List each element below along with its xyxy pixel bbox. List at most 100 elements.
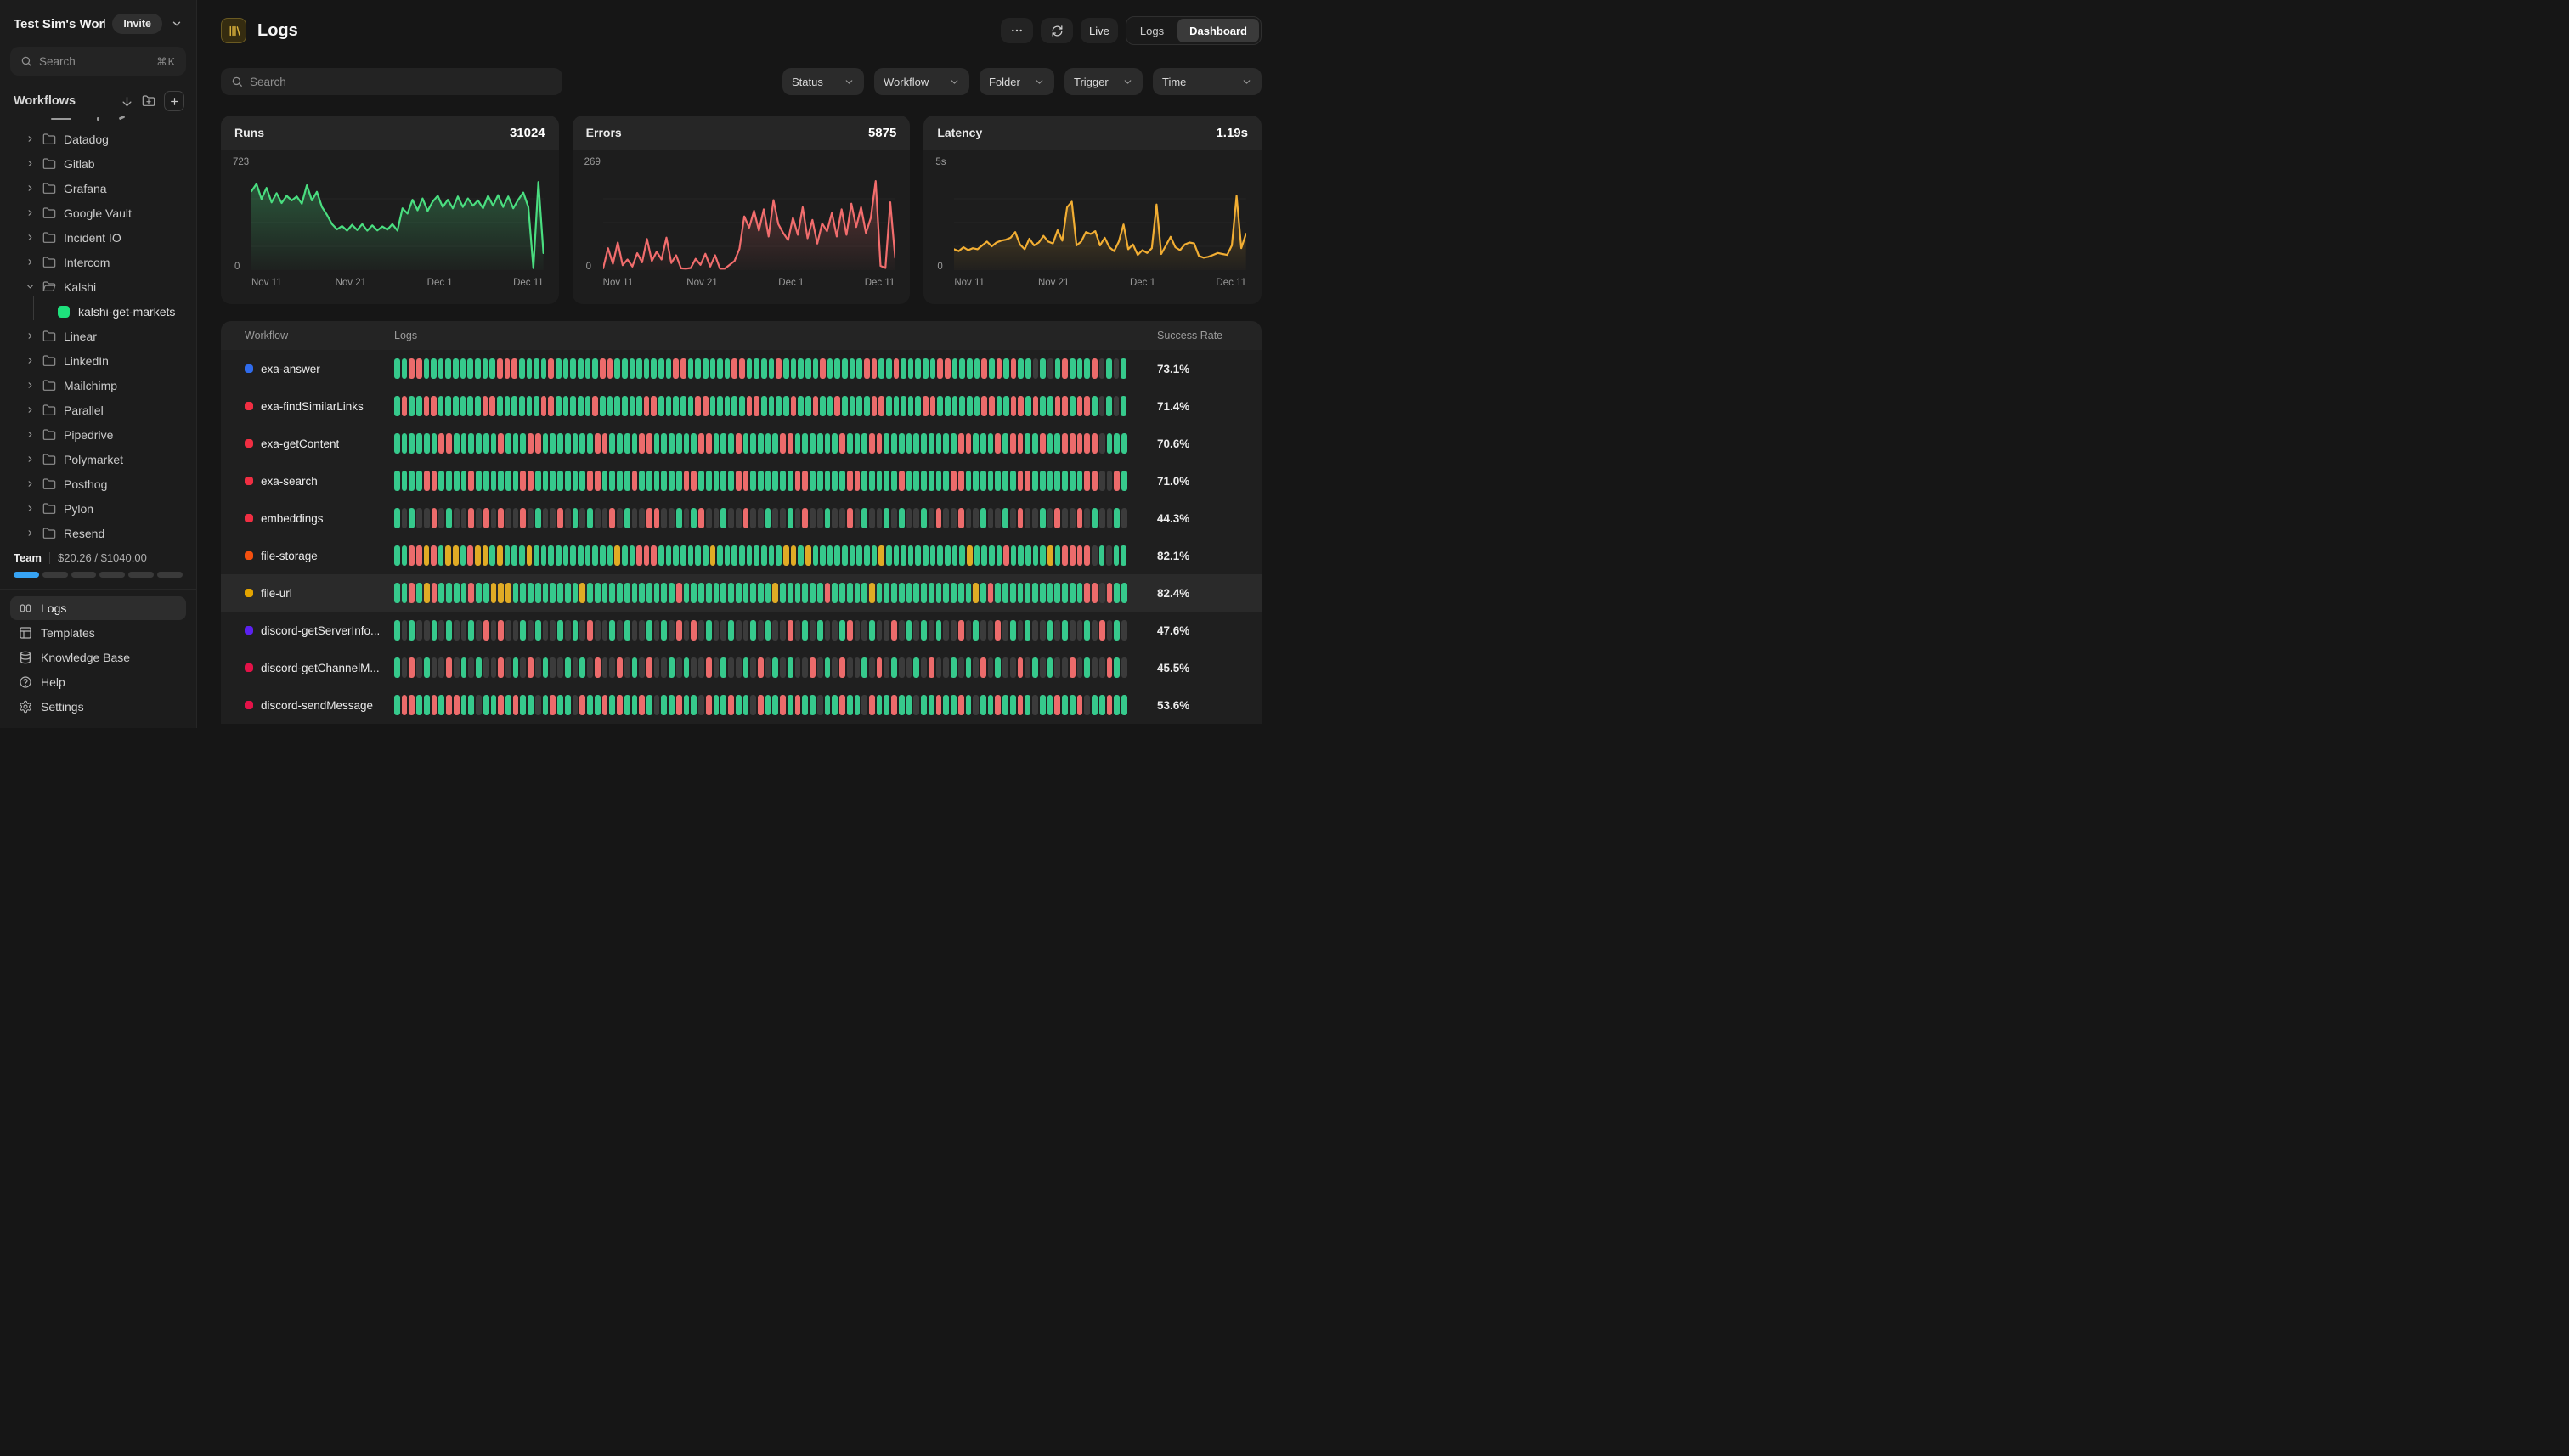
sidebar-item-templates[interactable]: Templates (10, 621, 186, 645)
success-rate: 71.0% (1157, 475, 1238, 488)
log-bar (394, 396, 400, 416)
table-row-file-url[interactable]: file-url82.4% (221, 574, 1262, 612)
log-bar (1077, 508, 1083, 528)
log-bar (1018, 508, 1024, 528)
sidebar-folder-resend[interactable]: Resend (10, 521, 186, 545)
log-bar (520, 433, 526, 454)
toggle-logs[interactable]: Logs (1128, 19, 1176, 42)
log-bar (557, 471, 563, 491)
log-bar (951, 695, 957, 715)
log-bar (445, 358, 451, 379)
log-bar (743, 695, 749, 715)
log-bar (1107, 433, 1113, 454)
sidebar-item-settings[interactable]: Settings (10, 695, 186, 719)
sidebar-folder-linear[interactable]: Linear (10, 324, 186, 348)
refresh-button[interactable] (1041, 18, 1073, 43)
sidebar-folder-kalshi[interactable]: Kalshi (10, 274, 186, 299)
log-bar (453, 396, 459, 416)
table-row-exa-answer[interactable]: exa-answer73.1% (221, 350, 1262, 387)
workspace-menu-button[interactable] (169, 16, 184, 31)
log-bar (827, 545, 833, 566)
log-bar (416, 471, 422, 491)
sidebar-folder-mailchimp[interactable]: Mailchimp (10, 373, 186, 398)
log-bar (930, 545, 936, 566)
filter-folder[interactable]: Folder (980, 68, 1054, 95)
sort-descending-button[interactable] (121, 95, 133, 108)
more-button[interactable] (1001, 18, 1033, 43)
sidebar-folder-linkedin[interactable]: LinkedIn (10, 348, 186, 373)
live-button[interactable]: Live (1081, 18, 1118, 43)
log-bar (906, 508, 912, 528)
table-row-exa-findsimilarlinks[interactable]: exa-findSimilarLinks71.4% (221, 387, 1262, 425)
log-bar (864, 396, 870, 416)
log-bar (886, 396, 892, 416)
sidebar-workflow-kalshi-get-markets[interactable]: kalshi-get-markets (10, 299, 186, 324)
new-folder-button[interactable] (142, 94, 155, 108)
toggle-dashboard[interactable]: Dashboard (1177, 19, 1259, 42)
log-bar (795, 508, 801, 528)
log-bar (878, 545, 884, 566)
sidebar-folder-polymarket[interactable]: Polymarket (10, 447, 186, 471)
workflow-color-dot (245, 589, 253, 597)
log-bar (1084, 396, 1090, 416)
filter-workflow[interactable]: Workflow (874, 68, 969, 95)
log-bar (461, 471, 467, 491)
log-bar (394, 358, 400, 379)
table-row-embeddings[interactable]: embeddings44.3% (221, 499, 1262, 537)
log-bar (780, 583, 786, 603)
sidebar-folder-parallel[interactable]: Parallel (10, 398, 186, 422)
table-row-exa-getcontent[interactable]: exa-getContent70.6% (221, 425, 1262, 462)
sidebar-folder-gitlab[interactable]: Gitlab (10, 151, 186, 176)
sidebar-item-knowledge-base[interactable]: Knowledge Base (10, 646, 186, 669)
logs-search[interactable] (221, 68, 562, 95)
log-bar (548, 545, 554, 566)
sidebar-folder-google-vault[interactable]: Google Vault (10, 200, 186, 225)
log-bar (1077, 695, 1083, 715)
log-bar (795, 433, 801, 454)
sidebar-folder-intercom[interactable]: Intercom (10, 250, 186, 274)
filter-time[interactable]: Time (1153, 68, 1262, 95)
sidebar-folder-pipedrive[interactable]: Pipedrive (10, 422, 186, 447)
sidebar-search[interactable]: ⌘K (10, 47, 186, 76)
table-row-exa-search[interactable]: exa-search71.0% (221, 462, 1262, 499)
filter-status[interactable]: Status (782, 68, 864, 95)
log-bar (520, 657, 526, 678)
logs-page-icon (221, 18, 246, 43)
log-bar (1032, 471, 1038, 491)
filter-trigger[interactable]: Trigger (1064, 68, 1143, 95)
sidebar-folder-grafana[interactable]: Grafana (10, 176, 186, 200)
log-bar (654, 508, 660, 528)
log-bar (706, 471, 712, 491)
log-bar (891, 583, 897, 603)
new-workflow-button[interactable] (164, 91, 184, 111)
table-row-discord-getserverinfo-[interactable]: discord-getServerInfo...47.6% (221, 612, 1262, 649)
sidebar-folder-datadog[interactable]: Datadog (10, 127, 186, 151)
log-bar (842, 358, 848, 379)
table-row-file-storage[interactable]: file-storage82.1% (221, 537, 1262, 574)
sidebar-folder-posthog[interactable]: Posthog (10, 471, 186, 496)
sidebar-folder-pylon[interactable]: Pylon (10, 496, 186, 521)
log-bar (791, 396, 797, 416)
log-bar (913, 433, 919, 454)
log-bar (834, 545, 840, 566)
log-bar (825, 657, 831, 678)
sidebar-search-input[interactable] (39, 55, 150, 68)
log-bar (691, 620, 697, 641)
log-bar (595, 583, 601, 603)
log-bar (967, 358, 973, 379)
log-bar (720, 471, 726, 491)
log-bar (416, 583, 422, 603)
log-bar (476, 583, 482, 603)
view-toggle: Logs Dashboard (1126, 16, 1262, 45)
sidebar-folder-incident-io[interactable]: Incident IO (10, 225, 186, 250)
sidebar-item-help[interactable]: Help (10, 670, 186, 694)
log-bar (945, 358, 951, 379)
log-bar (1114, 583, 1120, 603)
table-row-discord-getchannelm-[interactable]: discord-getChannelM...45.5% (221, 649, 1262, 686)
table-row-discord-sendmessage[interactable]: discord-sendMessage53.6% (221, 686, 1262, 724)
logs-search-input[interactable] (250, 76, 552, 88)
sidebar-item-logs[interactable]: Logs (10, 596, 186, 620)
invite-button[interactable]: Invite (112, 14, 162, 34)
x-tick-label: Dec 1 (427, 278, 453, 288)
log-bar (409, 695, 415, 715)
